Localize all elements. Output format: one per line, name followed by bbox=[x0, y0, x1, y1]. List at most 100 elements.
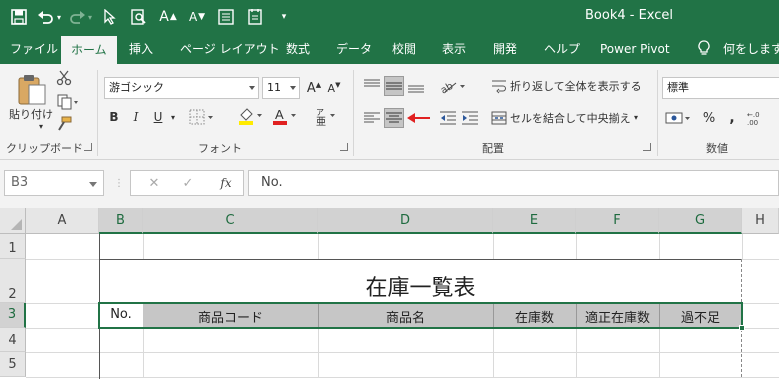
pointer-icon[interactable] bbox=[99, 6, 121, 28]
name-box[interactable]: B3 bbox=[4, 170, 104, 196]
percent-button[interactable]: % bbox=[700, 108, 718, 128]
gridline bbox=[318, 328, 319, 378]
alignment-launcher-icon[interactable] bbox=[643, 143, 651, 151]
increase-indent-icon[interactable] bbox=[460, 108, 480, 128]
tab-page-layout[interactable]: ページ レイアウト bbox=[180, 34, 280, 64]
tab-developer[interactable]: 開発 bbox=[493, 34, 517, 64]
gridline bbox=[26, 352, 779, 353]
clipboard-launcher-icon[interactable] bbox=[84, 143, 92, 151]
undo-icon[interactable]: ▾ bbox=[37, 6, 61, 28]
borders-icon[interactable] bbox=[188, 108, 216, 126]
gridline bbox=[318, 234, 319, 259]
title-merged-cell[interactable]: 在庫一覧表 bbox=[99, 259, 742, 303]
align-middle-icon[interactable] bbox=[384, 76, 404, 96]
gridline bbox=[576, 328, 577, 378]
align-left-icon[interactable] bbox=[362, 108, 382, 128]
column-header-f[interactable]: F bbox=[576, 208, 659, 234]
grow-font-button[interactable]: A ▲ bbox=[305, 79, 323, 97]
font-group-label: フォント bbox=[198, 142, 242, 155]
row-header-2[interactable]: 2 bbox=[0, 259, 26, 303]
underline-button[interactable]: U bbox=[149, 108, 167, 126]
column-header-c[interactable]: C bbox=[143, 208, 318, 234]
gridline bbox=[576, 234, 577, 259]
print-preview-icon[interactable] bbox=[128, 6, 150, 28]
form-icon[interactable] bbox=[215, 6, 237, 28]
selection-outline bbox=[98, 302, 743, 329]
gridline bbox=[26, 377, 779, 378]
tab-data[interactable]: データ bbox=[336, 34, 372, 64]
column-header-d[interactable]: D bbox=[318, 208, 493, 234]
phonetic-guide-icon[interactable]: ア亜 bbox=[313, 106, 339, 126]
merge-dropdown-icon[interactable]: ▾ bbox=[631, 112, 641, 122]
number-format-select[interactable]: 標準 bbox=[662, 77, 779, 99]
column-header-h[interactable]: H bbox=[742, 208, 779, 234]
underline-dropdown-icon[interactable]: ▾ bbox=[168, 112, 178, 122]
column-header-e[interactable]: E bbox=[493, 208, 576, 234]
fill-color-icon[interactable] bbox=[236, 106, 266, 126]
column-header-g[interactable]: G bbox=[659, 208, 742, 234]
font-name-select[interactable]: 游ゴシック bbox=[104, 77, 259, 99]
paste-dropdown-icon[interactable]: ▾ bbox=[34, 122, 48, 131]
font-size-select[interactable]: 11 bbox=[262, 77, 300, 99]
svg-text:←.0: ←.0 bbox=[747, 111, 760, 119]
merge-center-icon[interactable] bbox=[490, 108, 508, 128]
align-top-icon[interactable] bbox=[362, 76, 382, 96]
comma-button[interactable]: , bbox=[726, 108, 738, 128]
align-bottom-icon[interactable] bbox=[406, 76, 426, 96]
tab-review[interactable]: 校閲 bbox=[392, 34, 416, 64]
ribbon-home: 貼り付け ▾ クリップボード 游ゴシック 11 A ▲ A ▼ B I U ▾ A … bbox=[0, 64, 779, 160]
gridline bbox=[143, 234, 144, 259]
formula-bar-grip-icon[interactable]: ⋮ bbox=[114, 174, 124, 192]
row-header-5[interactable]: 5 bbox=[0, 352, 26, 377]
wrap-text-icon[interactable] bbox=[490, 76, 508, 96]
font-color-button[interactable]: A bbox=[270, 106, 300, 126]
italic-button[interactable]: I bbox=[127, 108, 145, 126]
wrap-text-button[interactable]: 折り返して全体を表示する bbox=[510, 76, 642, 96]
tab-insert[interactable]: 挿入 bbox=[129, 34, 153, 64]
fill-handle[interactable] bbox=[739, 325, 745, 331]
window-title: Book4 - Excel bbox=[585, 8, 674, 23]
tab-home[interactable]: ホーム bbox=[61, 36, 117, 64]
insert-function-button[interactable]: fx bbox=[215, 174, 237, 192]
cancel-button[interactable]: ✕ bbox=[145, 174, 163, 192]
column-header-b[interactable]: B bbox=[99, 208, 143, 234]
paste-button[interactable]: 貼り付け bbox=[6, 106, 56, 122]
checklist-icon[interactable] bbox=[244, 6, 266, 28]
alignment-group-label: 配置 bbox=[482, 142, 504, 155]
column-header-a[interactable]: A bbox=[26, 208, 99, 234]
decrease-indent-icon[interactable] bbox=[438, 108, 458, 128]
quick-access-toolbar: ▾ ▾ A ▲ A ▼ ▾ bbox=[8, 6, 302, 28]
font-launcher-icon[interactable] bbox=[340, 143, 348, 151]
merge-center-button[interactable]: セルを結合して中央揃え bbox=[510, 108, 631, 128]
enter-button[interactable]: ✓ bbox=[179, 174, 197, 192]
lightbulb-icon bbox=[698, 40, 710, 55]
align-center-icon[interactable] bbox=[384, 108, 404, 128]
save-icon[interactable] bbox=[8, 6, 30, 28]
select-all-button[interactable] bbox=[0, 208, 26, 234]
group-divider bbox=[97, 70, 98, 156]
paste-icon[interactable] bbox=[14, 72, 50, 106]
ribbon-tab-row: ファイル ホーム 挿入 ページ レイアウト 数式 データ 校閲 表示 開発 ヘル… bbox=[0, 34, 779, 64]
row-header-3[interactable]: 3 bbox=[0, 303, 26, 328]
copy-icon[interactable] bbox=[56, 94, 80, 110]
font-size-up-button[interactable]: A ▲ bbox=[157, 6, 179, 28]
orientation-icon[interactable]: ab bbox=[438, 76, 468, 96]
row-header-4[interactable]: 4 bbox=[0, 328, 26, 352]
font-size-down-button[interactable]: A ▼ bbox=[186, 6, 208, 28]
tab-help[interactable]: ヘルプ bbox=[544, 34, 580, 64]
currency-icon[interactable] bbox=[664, 108, 694, 128]
bold-button[interactable]: B bbox=[105, 108, 123, 126]
format-painter-icon[interactable] bbox=[56, 116, 72, 132]
increase-decimal-icon[interactable]: ←.0.00 bbox=[744, 108, 779, 128]
row-header-1[interactable]: 1 bbox=[0, 234, 26, 259]
tell-me-search[interactable]: 何をしますか bbox=[723, 34, 779, 64]
shrink-font-button[interactable]: A ▼ bbox=[325, 79, 343, 97]
cut-icon[interactable] bbox=[56, 70, 72, 86]
tab-formulas[interactable]: 数式 bbox=[286, 34, 310, 64]
customize-qat-icon[interactable]: ▾ bbox=[273, 6, 295, 28]
tab-file[interactable]: ファイル bbox=[10, 34, 58, 64]
tab-power-pivot[interactable]: Power Pivot bbox=[600, 34, 670, 64]
formula-input[interactable]: No. bbox=[248, 170, 779, 196]
tab-view[interactable]: 表示 bbox=[442, 34, 466, 64]
redo-icon[interactable]: ▾ bbox=[68, 6, 92, 28]
